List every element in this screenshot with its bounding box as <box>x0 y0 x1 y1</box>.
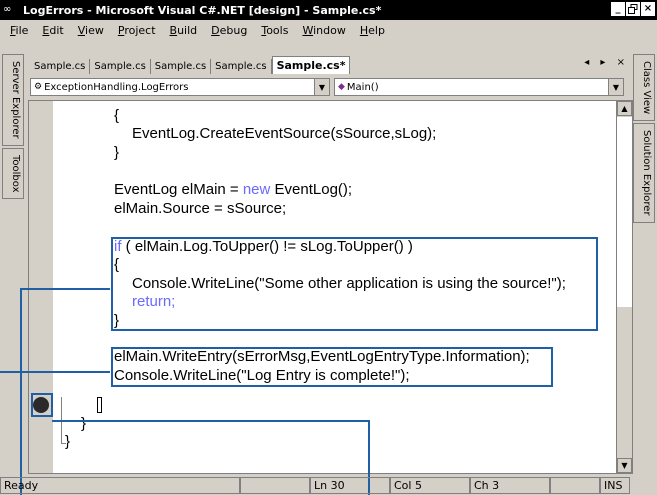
outline-guide <box>61 443 66 444</box>
left-dock-tabs: Server Explorer Toolbox <box>2 54 24 201</box>
navigation-bar: ⚙ ExceptionHandling.LogErrors ▼ ◆ Main()… <box>28 78 633 98</box>
status-text: Ready <box>0 477 240 494</box>
menu-file[interactable]: File <box>3 24 35 37</box>
chevron-down-icon: ▼ <box>314 79 329 95</box>
window-title: LogErrors - Microsoft Visual C#.NET [des… <box>23 3 382 17</box>
code-line: EventLog elMain = new EventLog(); <box>114 181 353 198</box>
member-dropdown-value: Main() <box>346 81 379 93</box>
editor-frame: Sample.cs Sample.cs Sample.cs Sample.cs … <box>28 54 633 474</box>
menu-project[interactable]: Project <box>111 24 163 37</box>
callout-leader-line <box>0 371 110 373</box>
menu-edit[interactable]: Edit <box>35 24 70 37</box>
document-tabs: Sample.cs Sample.cs Sample.cs Sample.cs … <box>28 54 633 74</box>
status-column: Col 5 <box>390 477 470 494</box>
right-dock-tabs: Class View Solution Explorer <box>633 54 655 225</box>
doc-tab[interactable]: Sample.cs <box>151 59 212 74</box>
menu-build[interactable]: Build <box>163 24 205 37</box>
doc-tab[interactable]: Sample.cs <box>211 59 272 74</box>
callout-if-block <box>111 237 598 331</box>
member-dropdown[interactable]: ◆ Main() ▼ <box>334 78 624 96</box>
scroll-up-icon[interactable]: ▲ <box>617 101 632 116</box>
server-explorer-tab[interactable]: Server Explorer <box>2 54 24 146</box>
window-buttons: _ × <box>611 2 655 16</box>
code-editor[interactable]: { EventLog.CreateEventSource(sSource,sLo… <box>28 100 633 474</box>
callout-breakpoint <box>31 393 53 417</box>
code-line: { <box>114 107 120 124</box>
callout-leader-line <box>52 420 370 422</box>
menu-help[interactable]: Help <box>353 24 392 37</box>
menu-window[interactable]: Window <box>295 24 352 37</box>
status-empty-pane <box>240 477 310 494</box>
menu-view[interactable]: View <box>71 24 111 37</box>
chevron-down-icon: ▼ <box>608 79 623 95</box>
method-icon: ◆ <box>338 82 345 92</box>
tab-scroll-close-controls[interactable]: ◂ ▸ × <box>584 57 629 68</box>
vertical-scrollbar[interactable]: ▲ ▼ <box>616 101 632 473</box>
text-cursor <box>97 397 102 413</box>
menu-debug[interactable]: Debug <box>204 24 254 37</box>
class-icon: ⚙ <box>34 82 43 92</box>
toolbox-tab[interactable]: Toolbox <box>2 147 24 200</box>
status-char: Ch 3 <box>470 477 550 494</box>
code-line: } <box>114 144 120 161</box>
status-bar: Ready Ln 30 Col 5 Ch 3 INS <box>0 476 657 495</box>
doc-tab-active[interactable]: Sample.cs* <box>271 56 351 74</box>
minimize-button[interactable]: _ <box>611 2 625 16</box>
code-line: } <box>65 433 71 450</box>
type-dropdown[interactable]: ⚙ ExceptionHandling.LogErrors ▼ <box>30 78 330 96</box>
status-insert-mode: INS <box>600 477 630 494</box>
code-line: } <box>81 415 87 432</box>
menu-bar: File Edit View Project Build Debug Tools… <box>0 20 657 40</box>
doc-tab[interactable]: Sample.cs <box>90 59 151 74</box>
class-view-tab[interactable]: Class View <box>633 54 655 122</box>
status-empty-pane <box>550 477 600 494</box>
status-line: Ln 30 <box>310 477 390 494</box>
callout-write-entry <box>111 347 553 387</box>
scrollbar-thumb[interactable] <box>617 117 632 307</box>
restore-button[interactable] <box>626 2 640 16</box>
doc-tab[interactable]: Sample.cs <box>30 59 91 74</box>
code-line: EventLog.CreateEventSource(sSource,sLog)… <box>132 125 437 142</box>
callout-leader-line <box>20 288 22 495</box>
close-button[interactable]: × <box>641 2 655 16</box>
breakpoint-gutter[interactable] <box>29 101 53 473</box>
callout-leader-line <box>20 288 110 290</box>
scroll-down-icon[interactable]: ▼ <box>617 458 632 473</box>
code-line: elMain.Source = sSource; <box>114 200 287 217</box>
restore-icon <box>628 4 638 14</box>
solution-explorer-tab[interactable]: Solution Explorer <box>633 123 655 223</box>
type-dropdown-value: ExceptionHandling.LogErrors <box>44 81 189 93</box>
title-bar: ∞ LogErrors - Microsoft Visual C#.NET [d… <box>0 0 657 20</box>
menu-tools[interactable]: Tools <box>254 24 295 37</box>
app-icon: ∞ <box>3 4 12 15</box>
